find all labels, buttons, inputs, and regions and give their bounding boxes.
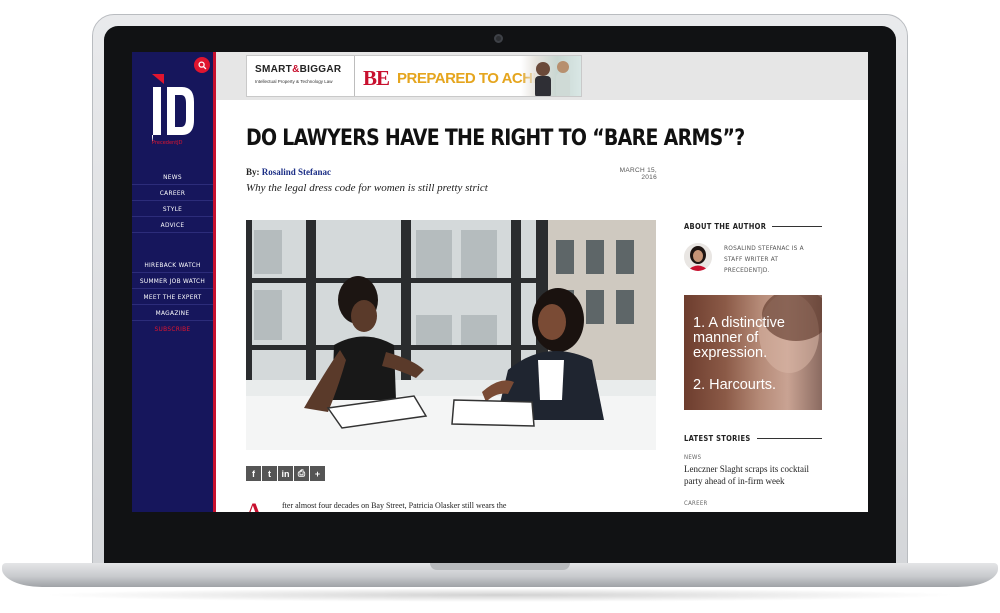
banner-ad-brand: SMART&BIGGAR [255, 64, 342, 75]
heading-rule [756, 438, 822, 439]
facebook-icon[interactable]: f [246, 466, 261, 481]
banner-ad-be: BE [363, 66, 390, 90]
share-bar: f t in ⎙ + [246, 466, 325, 481]
webcam-icon [494, 34, 503, 43]
browser-viewport: PrecedentJD NEWS CAREER STYLE ADVICE HIR… [132, 52, 868, 512]
sidebar-ad-line-2: 2. Harcourts. [693, 377, 776, 393]
secondary-nav: HIREBACK WATCH SUMMER JOB WATCH MEET THE… [132, 257, 213, 337]
nav-item-career[interactable]: CAREER [132, 185, 213, 201]
banner-ad-tagline: Intellectual Property & Technology Law [255, 79, 333, 84]
nav-item-style[interactable]: STYLE [132, 201, 213, 217]
banner-ad-brand-block: SMART&BIGGAR Intellectual Property & Tec… [247, 56, 355, 96]
author-bio: ROSALIND STEFANAC IS A STAFF WRITER AT P… [724, 244, 804, 274]
banner-ad-headline: BE PREPARED TO ACHIEVE [355, 56, 581, 96]
story-category[interactable]: NEWS [684, 454, 701, 461]
heading-rule [772, 226, 822, 227]
banner-ad-photo [521, 56, 581, 96]
sidebar-ad[interactable]: 1. A distinctive manner of expression. 2… [684, 295, 822, 410]
primary-nav: NEWS CAREER STYLE ADVICE [132, 169, 213, 233]
search-icon [197, 60, 206, 69]
byline: By: Rosalind Stefanac [246, 167, 331, 177]
banner-ad[interactable]: SMART&BIGGAR Intellectual Property & Tec… [246, 55, 582, 97]
publish-date: MARCH 15, 2016 [619, 167, 657, 181]
nav-item-hireback-watch[interactable]: HIREBACK WATCH [132, 257, 213, 273]
logo-subtext: PrecedentJD [152, 140, 183, 146]
laptop-shadow [40, 588, 960, 602]
author-avatar[interactable] [684, 243, 712, 271]
search-button[interactable] [194, 57, 210, 73]
nav-item-summer-job-watch[interactable]: SUMMER JOB WATCH [132, 273, 213, 289]
nav-item-subscribe[interactable]: SUBSCRIBE [132, 321, 213, 337]
about-author-heading: ABOUT THE AUTHOR [684, 222, 822, 231]
author-link[interactable]: Rosalind Stefanac [262, 167, 331, 177]
top-banner-area: SMART&BIGGAR Intellectual Property & Tec… [216, 52, 868, 100]
sidebar: PrecedentJD NEWS CAREER STYLE ADVICE HIR… [132, 52, 216, 512]
nav-item-magazine[interactable]: MAGAZINE [132, 305, 213, 321]
article-hero-image [246, 220, 656, 450]
laptop-base-notch [430, 563, 570, 570]
twitter-icon[interactable]: t [262, 466, 277, 481]
byline-label: By: [246, 167, 260, 177]
article-dek: Why the legal dress code for women is st… [246, 182, 488, 194]
latest-stories-heading: LATEST STORIES [684, 434, 822, 443]
nav-item-news[interactable]: NEWS [132, 169, 213, 185]
article-title: DO LAWYERS HAVE THE RIGHT TO “BARE ARMS”… [246, 126, 745, 151]
print-icon[interactable]: ⎙ [294, 466, 309, 481]
story-title[interactable]: Lenczner Slaght scraps its cocktail part… [684, 464, 824, 487]
plus-icon[interactable]: + [310, 466, 325, 481]
nav-item-advice[interactable]: ADVICE [132, 217, 213, 233]
story-category[interactable]: CAREER [684, 500, 708, 507]
article-body-first-line: fter almost four decades on Bay Street, … [282, 501, 507, 510]
sidebar-ad-line-1: 1. A distinctive manner of expression. [693, 315, 785, 361]
linkedin-icon[interactable]: in [278, 466, 293, 481]
nav-item-meet-the-expert[interactable]: MEET THE EXPERT [132, 289, 213, 305]
drop-cap: A [246, 498, 262, 513]
